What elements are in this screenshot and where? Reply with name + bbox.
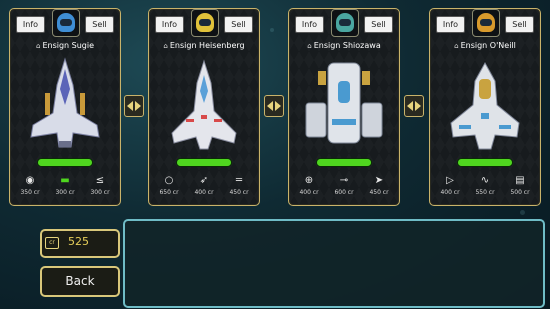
pilot-name-text: Ensign O'Neill [460,41,516,50]
upgrade-slots: ⊕ 400 cr ⊸ 600 cr ➤ 450 cr [292,174,396,200]
slot-price: 450 cr [229,189,249,196]
slot-price: 300 cr [90,189,110,196]
upgrade-slot[interactable]: ➶ 400 cr [189,174,219,200]
upgrade-slot[interactable]: ▷ 400 cr [435,174,465,200]
visor [480,19,492,26]
missile-icon: ➤ [374,175,384,186]
slot-price: 300 cr [55,189,75,196]
health-bar [38,159,92,166]
battery-icon: ▬ [60,175,70,186]
play-icon: ▷ [446,175,454,186]
person-icon: ⌂ [35,42,41,50]
sell-button[interactable]: Sell [85,16,114,33]
info-button[interactable]: Info [295,16,324,33]
pilot-card-3[interactable]: Info Sell ⌂ Ensign Shiozawa ⊕ 400 cr ⊸ 600 … [288,8,400,206]
background-speck [270,28,274,32]
swap-arrow[interactable] [124,95,144,117]
ship-gunship [450,61,520,150]
visor [199,19,211,26]
spread-shot-icon: ≤ [95,175,105,186]
swap-arrow[interactable] [404,95,424,117]
slot-price: 400 cr [194,189,214,196]
upgrade-slot[interactable]: ≤300 cr [85,174,115,200]
upgrade-slot[interactable]: ∿ 550 cr [470,174,500,200]
upgrade-slot[interactable]: ⊸ 600 cr [329,174,359,200]
credits-display: cr 525 [40,229,120,258]
health-bar [458,159,512,166]
sell-button[interactable]: Sell [364,16,393,33]
cannon-icon: ═ [235,175,243,186]
upgrade-slot[interactable]: ➤ 450 cr [364,174,394,200]
person-icon: ⌂ [454,42,459,50]
sell-button[interactable]: Sell [224,16,253,33]
pilot-name-text: Ensign Sugie [42,41,95,50]
upgrade-slot[interactable]: ▬ 300 cr [50,174,80,200]
slot-price: 500 cr [510,189,530,196]
health-bar [317,159,371,166]
upgrade-slots: ▷ 400 cr ∿ 550 cr ▤ 500 cr [433,174,537,200]
pilot-name: ⌂ Ensign Heisenberg [149,41,259,50]
visor [339,19,351,26]
sell-button[interactable]: Sell [505,16,534,33]
upgrade-slot[interactable]: ═ 450 cr [224,174,254,200]
shield-icon: ◉ [25,175,35,186]
pilot-avatar [472,9,500,37]
upgrade-slot[interactable]: ▤ 500 cr [505,174,535,200]
pilot-avatar [191,9,219,37]
credits-value: 525 [68,235,89,248]
upgrade-slot[interactable]: ◉ 350 cr [15,174,45,200]
pilot-card-1[interactable]: Info Sell ⌂ Ensign Sugie ◉ 350 cr ▬ 300 cr … [9,8,121,206]
upgrade-slots: ○ 650 cr ➶ 400 cr ═ 450 cr [152,174,256,200]
ship-heavy [305,62,383,144]
slot-price: 400 cr [440,189,460,196]
pilot-name: ⌂ Ensign Sugie [10,41,120,50]
swap-arrow[interactable] [264,95,284,117]
credits-icon: cr [45,237,59,249]
crosshair-icon: ⊕ [304,175,314,186]
info-button[interactable]: Info [155,16,184,33]
upgrade-slot[interactable]: ⊕ 400 cr [294,174,324,200]
person-icon: ⌂ [307,42,312,50]
info-button[interactable]: Info [16,16,45,33]
pilot-name-text: Ensign Heisenberg [169,41,245,50]
wave-icon: ∿ [480,175,490,186]
person-icon: ⌂ [163,42,168,50]
slot-price: 350 cr [20,189,40,196]
ammo-icon: ▤ [515,175,525,186]
slot-price: 550 cr [475,189,495,196]
ring-icon: ○ [164,175,174,186]
slot-price: 600 cr [334,189,354,196]
pilot-name-text: Ensign Shiozawa [313,41,381,50]
info-panel [123,219,545,308]
upgrade-slots: ◉ 350 cr ▬ 300 cr ≤300 cr [13,174,117,200]
pilot-name: ⌂ Ensign O'Neill [430,41,540,50]
pilot-card-2[interactable]: Info Sell ⌂ Ensign Heisenberg ○ 650 cr ➶ 40… [148,8,260,206]
ship-interceptor [30,57,100,148]
rocket-icon: ➶ [199,175,209,186]
pilot-avatar [331,9,359,37]
pilot-card-4[interactable]: Info Sell ⌂ Ensign O'Neill ▷ 400 cr ∿ 550 c… [429,8,541,206]
ship-fighter [171,59,237,150]
pilot-avatar [52,9,80,37]
back-button[interactable]: Back [40,266,120,297]
health-bar [177,159,231,166]
background-speck [520,210,525,215]
pilot-name: ⌂ Ensign Shiozawa [289,41,399,50]
slot-price: 450 cr [369,189,389,196]
slot-price: 650 cr [159,189,179,196]
slot-price: 400 cr [299,189,319,196]
visor [60,19,72,26]
upgrade-slot[interactable]: ○ 650 cr [154,174,184,200]
rifle-icon: ⊸ [339,175,349,186]
info-button[interactable]: Info [436,16,465,33]
